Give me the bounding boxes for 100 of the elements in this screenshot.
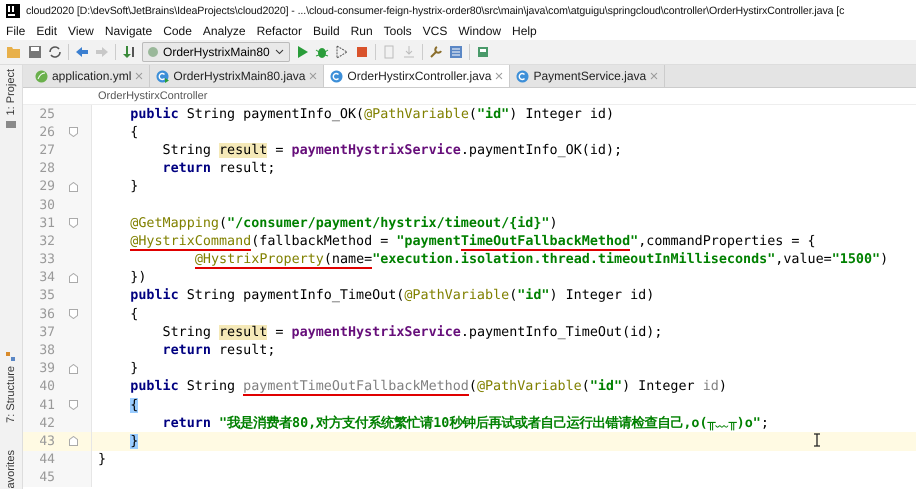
wrench-icon[interactable]: [428, 45, 443, 59]
code-text: }): [130, 270, 146, 286]
code-text: ) Integer: [622, 379, 696, 394]
debug-bug-icon[interactable]: [314, 45, 329, 59]
sync-icon[interactable]: [48, 45, 62, 59]
line-number: 27: [38, 142, 55, 158]
close-icon[interactable]: [135, 72, 144, 80]
code-text: (: [468, 379, 477, 394]
fold-end-marker-icon[interactable]: [68, 436, 78, 446]
fold-marker-icon[interactable]: [68, 309, 78, 320]
line-number: 39: [38, 361, 55, 376]
document-icon[interactable]: [382, 45, 396, 59]
fold-end-marker-icon[interactable]: [68, 272, 78, 283]
string-literal: "id": [517, 288, 550, 304]
open-folder-icon[interactable]: [6, 45, 22, 59]
close-icon[interactable]: [309, 72, 318, 80]
menu-item[interactable]: Window: [458, 24, 502, 38]
side-tool-tab[interactable]: 7: Structure: [5, 366, 17, 422]
code-text: String paymentInfo_TimeOut(: [186, 288, 404, 304]
string-literal: "execution.isolation.thread.timeoutInMilliseconds": [372, 252, 776, 268]
code-text: ): [880, 252, 888, 268]
line-number: 40: [38, 379, 55, 394]
string-literal: "id": [476, 106, 510, 122]
code-text: ): [550, 216, 558, 231]
field-name: paymentHystrixService: [292, 324, 461, 340]
code-text: }: [130, 361, 138, 376]
close-icon[interactable]: [650, 72, 658, 80]
project-structure-icon[interactable]: [448, 45, 463, 59]
window-title: cloud2020 [D:\devSoft\JetBrains\IdeaProjects\cloud2020] - ...\cloud-consumer-feign-hystrix-order80\src\main\java\com\atguigu\springcloud\controller\OrderHystirxController.java [c: [26, 4, 844, 16]
menu-item[interactable]: File: [6, 24, 26, 38]
code-text: (: [509, 288, 518, 304]
menu-item[interactable]: Build: [312, 24, 340, 38]
string-literal: TimeOutFallbackMethod: [460, 234, 630, 251]
run-icon[interactable]: [296, 45, 309, 59]
menu-item[interactable]: Analyze: [202, 24, 246, 38]
menu-item[interactable]: View: [68, 24, 94, 38]
fold-marker-icon[interactable]: [68, 218, 78, 228]
code-text: ,commandProperties = {: [638, 234, 816, 249]
annotation: @HystrixProperty: [194, 252, 324, 270]
fold-marker-icon[interactable]: [68, 127, 78, 138]
fold-end-marker-icon[interactable]: [68, 364, 78, 374]
matched-brace: {: [130, 398, 138, 413]
string-literal: "payment: [396, 234, 461, 249]
build-icon[interactable]: [122, 45, 136, 59]
code-text: {: [130, 306, 138, 322]
code-text: (: [218, 216, 228, 231]
save-icon[interactable]: [28, 45, 42, 59]
unused-identifier: id: [702, 379, 719, 394]
editor-tab[interactable]: application.yml: [29, 65, 150, 87]
code-text: result;: [218, 343, 276, 358]
close-icon[interactable]: [495, 72, 504, 80]
menu-item[interactable]: VCS: [422, 24, 448, 38]
leaf-file-icon: [35, 70, 48, 82]
menu-item[interactable]: Code: [163, 24, 192, 38]
line-number: 45: [38, 470, 55, 486]
string-literal: "id": [590, 379, 622, 394]
code-text: (name=: [324, 252, 372, 270]
structure-icon: [6, 352, 16, 362]
code-text: ) Integer id): [550, 288, 654, 304]
editor-tab[interactable]: PaymentService.java: [510, 65, 666, 87]
line-number: 32: [38, 234, 55, 249]
menu-item[interactable]: Navigate: [104, 24, 152, 38]
line-number: 31: [38, 216, 55, 231]
menu-item[interactable]: Refactor: [256, 24, 302, 38]
line-number: 35: [38, 288, 55, 304]
forward-arrow-icon[interactable]: [95, 45, 109, 59]
line-number: 37: [38, 324, 55, 340]
code-text: =: [274, 142, 284, 158]
keyword: public: [130, 106, 179, 122]
code-text: =: [274, 324, 284, 340]
fold-marker-icon[interactable]: [68, 400, 78, 410]
keyword: return: [162, 416, 212, 432]
side-tool-tab[interactable]: 1: Project: [5, 69, 17, 116]
class-icon: [516, 70, 530, 82]
menu-item[interactable]: Run: [350, 24, 373, 38]
back-arrow-icon[interactable]: [75, 45, 89, 59]
code-text: }: [130, 179, 138, 194]
code-text: {: [130, 124, 138, 140]
menu-item[interactable]: Edit: [36, 24, 58, 38]
fold-end-marker-icon[interactable]: [68, 182, 78, 192]
code-text: ,value=: [775, 252, 832, 268]
matched-brace: }: [130, 434, 138, 449]
annotation: @GetMapping: [130, 216, 219, 231]
code-text: .paymentInfo_OK(id);: [460, 142, 622, 158]
run-configuration-dropdown[interactable]: OrderHystrixMain80: [142, 42, 290, 62]
class-icon: [330, 70, 344, 82]
annotation: @PathVariable: [364, 106, 469, 122]
side-tool-tab[interactable]: avorites: [5, 450, 17, 489]
breadcrumb-item[interactable]: OrderHystirxController: [98, 90, 208, 102]
coverage-icon[interactable]: [334, 45, 349, 59]
keyword: return: [162, 343, 211, 358]
stop-icon[interactable]: [354, 45, 369, 59]
code-text: .paymentInfo_TimeOut(id);: [460, 324, 662, 340]
download-icon[interactable]: [402, 45, 416, 59]
runnable-class-icon: [156, 70, 170, 82]
menu-item[interactable]: Help: [512, 24, 537, 38]
code-text: String: [162, 324, 212, 340]
line-number: 25: [38, 106, 55, 122]
menu-item[interactable]: Tools: [384, 24, 412, 38]
editor-tab[interactable]: OrderHystirxController.java: [324, 65, 510, 87]
